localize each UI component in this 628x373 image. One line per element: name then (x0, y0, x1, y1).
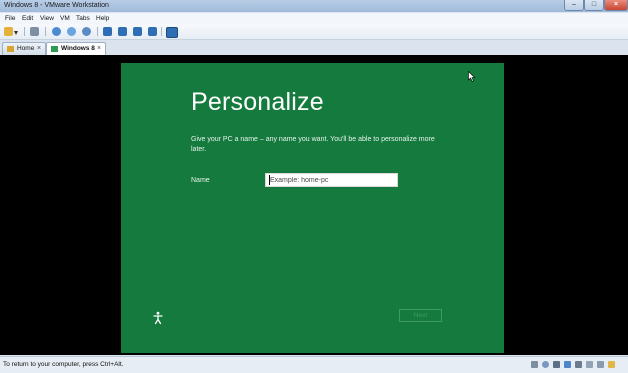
toolbar-separator (45, 27, 46, 36)
toolbar-separator (24, 27, 25, 36)
ease-of-access-icon[interactable] (151, 311, 165, 325)
console-view-icon[interactable] (103, 27, 112, 36)
menu-help[interactable]: Help (96, 13, 109, 24)
menu-edit[interactable]: Edit (22, 13, 33, 24)
cd-icon[interactable] (542, 361, 549, 368)
sound-icon[interactable] (586, 361, 593, 368)
personalize-screen: Personalize Give your PC a name – any na… (121, 63, 504, 353)
power-icon[interactable] (4, 27, 13, 36)
vm-icon (51, 46, 58, 52)
mouse-pointer-icon (468, 71, 476, 82)
home-icon (7, 46, 14, 52)
menu-vm[interactable]: VM (60, 13, 70, 24)
text-caret (269, 175, 270, 185)
menu-tabs[interactable]: Tabs (76, 13, 90, 24)
message-icon[interactable] (608, 361, 615, 368)
status-message: To return to your computer, press Ctrl+A… (3, 361, 124, 368)
snapshot-manager-icon[interactable] (30, 27, 39, 36)
dropdown-icon[interactable] (14, 31, 18, 35)
take-snapshot-icon[interactable] (52, 27, 61, 36)
tab-label: Windows 8 (61, 45, 95, 52)
network-icon[interactable] (564, 361, 571, 368)
window-title: Windows 8 - VMware Workstation (4, 2, 109, 9)
close-button[interactable]: × (604, 0, 628, 11)
unity-icon[interactable] (148, 27, 157, 36)
toolbar (0, 24, 628, 40)
menu-file[interactable]: File (5, 13, 15, 24)
toolbar-separator (161, 27, 162, 36)
name-label: Name (191, 177, 210, 184)
status-bar: To return to your computer, press Ctrl+A… (0, 356, 628, 373)
fullscreen-icon[interactable] (133, 27, 142, 36)
title-bar: Windows 8 - VMware Workstation – □ × (0, 0, 628, 12)
tab-bar: Home × Windows 8 × (0, 40, 628, 55)
minimize-button[interactable]: – (564, 0, 584, 11)
view-icon[interactable] (166, 27, 178, 38)
maximize-button[interactable]: □ (584, 0, 604, 11)
page-title: Personalize (191, 88, 324, 116)
revert-snapshot-icon[interactable] (67, 27, 76, 36)
tab-close-icon[interactable]: × (97, 43, 101, 54)
usb-icon[interactable] (575, 361, 582, 368)
tab-close-icon[interactable]: × (37, 43, 41, 54)
tab-windows-8[interactable]: Windows 8 × (46, 42, 106, 55)
tab-label: Home (17, 45, 35, 52)
quick-switch-icon[interactable] (118, 27, 127, 36)
toolbar-separator (97, 27, 98, 36)
vmware-window: Windows 8 - VMware Workstation – □ × Fil… (0, 0, 628, 373)
hdd-icon[interactable] (531, 361, 538, 368)
manage-snapshots-icon[interactable] (82, 27, 91, 36)
description-text: Give your PC a name – any name you want.… (191, 136, 435, 153)
tab-home[interactable]: Home × (2, 42, 46, 55)
floppy-icon[interactable] (553, 361, 560, 368)
menu-bar: File Edit View VM Tabs Help (0, 13, 628, 24)
next-button[interactable]: Next (399, 309, 442, 322)
printer-icon[interactable] (597, 361, 604, 368)
pc-name-input[interactable] (265, 173, 398, 187)
menu-view[interactable]: View (40, 13, 54, 24)
